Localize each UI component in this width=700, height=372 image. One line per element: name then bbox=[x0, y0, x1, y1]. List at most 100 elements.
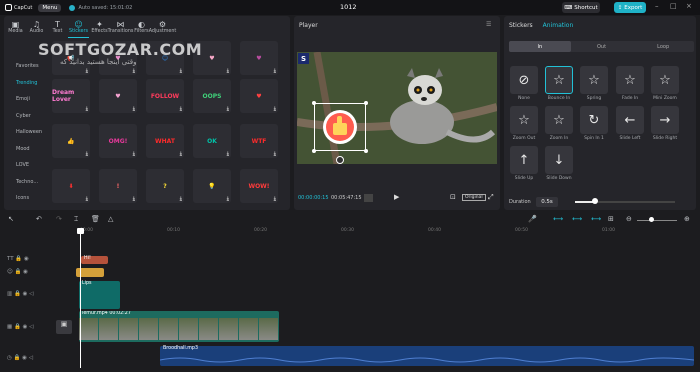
microphone-icon[interactable]: 🎤 bbox=[528, 215, 537, 223]
download-icon[interactable]: ⤓ bbox=[227, 106, 229, 112]
animation-option[interactable]: ☆ bbox=[545, 106, 573, 134]
auto-snap-icon[interactable]: ⟷ bbox=[572, 215, 582, 223]
category-icons[interactable]: Icons bbox=[8, 190, 48, 207]
zoom-slider[interactable] bbox=[637, 220, 677, 221]
download-icon[interactable]: ⤓ bbox=[86, 68, 88, 74]
lock-icon[interactable]: 🔒 bbox=[14, 324, 21, 330]
tab-adjustment[interactable]: ⚙ Adjustment bbox=[149, 16, 177, 38]
tab-animation[interactable]: Animation bbox=[543, 22, 574, 29]
lock-icon[interactable]: 🔒 bbox=[15, 256, 22, 262]
export-button[interactable]: ⇪ Export bbox=[614, 2, 646, 13]
undo-icon[interactable]: ↶ bbox=[36, 215, 42, 223]
cover-button[interactable]: ▣ bbox=[56, 320, 72, 334]
sticker-item[interactable]: 👍 ⤓ bbox=[52, 124, 90, 158]
eye-icon[interactable]: ◉ bbox=[22, 355, 27, 361]
animation-option[interactable]: ☆ bbox=[580, 66, 608, 94]
zoom-in-icon[interactable]: ⊕ bbox=[684, 215, 690, 223]
audio-icon[interactable]: ◁ bbox=[29, 355, 33, 361]
audio-clip[interactable]: Broodhall.mp3 bbox=[160, 346, 694, 366]
menu-button[interactable]: Menu bbox=[38, 3, 62, 12]
download-icon[interactable]: ⤓ bbox=[274, 106, 276, 112]
sticker-item[interactable]: WTF ⤓ bbox=[240, 124, 278, 158]
animation-option[interactable]: ☆ bbox=[616, 66, 644, 94]
category-emoji[interactable]: Emoji bbox=[8, 91, 48, 108]
category-cyber[interactable]: Cyber bbox=[8, 108, 48, 125]
ratio-button[interactable]: Original bbox=[462, 194, 486, 201]
sticker-item[interactable]: ♥ ⤓ bbox=[99, 79, 137, 113]
player-menu-icon[interactable]: ☰ bbox=[486, 21, 491, 28]
download-icon[interactable]: ⤓ bbox=[180, 196, 182, 202]
preview-axis-icon[interactable]: ⊞ bbox=[608, 215, 614, 223]
category-favorites[interactable]: Favorites bbox=[8, 58, 48, 75]
category-trending[interactable]: Trending bbox=[8, 75, 48, 92]
selected-sticker[interactable] bbox=[312, 101, 368, 153]
play-icon[interactable]: ▶ bbox=[394, 193, 399, 201]
split-icon[interactable]: ⌶ bbox=[74, 215, 78, 224]
mark-icon[interactable]: △ bbox=[108, 215, 113, 223]
sticker-item[interactable]: FOLLOW ⤓ bbox=[146, 79, 184, 113]
segment-out[interactable]: Out bbox=[571, 41, 633, 52]
animation-option[interactable]: ⊘ bbox=[510, 66, 538, 94]
animation-option[interactable]: ☆ bbox=[510, 106, 538, 134]
maximize-icon[interactable]: □ bbox=[670, 2, 677, 10]
duration-slider-knob[interactable] bbox=[592, 198, 598, 204]
download-icon[interactable]: ⤓ bbox=[180, 68, 182, 74]
download-icon[interactable]: ⤓ bbox=[274, 68, 276, 74]
eye-icon[interactable]: ◉ bbox=[23, 324, 28, 330]
close-icon[interactable]: × bbox=[686, 2, 692, 10]
tab-stickers[interactable]: ☺ Stickers bbox=[68, 16, 89, 38]
category-love[interactable]: LOVE bbox=[8, 157, 48, 174]
redo-icon[interactable]: ↷ bbox=[56, 215, 62, 223]
animation-option[interactable]: ☆ bbox=[651, 66, 679, 94]
resize-handle[interactable] bbox=[364, 101, 368, 105]
download-icon[interactable]: ⤓ bbox=[133, 106, 135, 112]
sticker-item[interactable]: Dream Lover ⤓ bbox=[52, 79, 90, 113]
tab-audio[interactable]: ♫ Audio bbox=[26, 16, 47, 38]
resize-handle[interactable] bbox=[364, 149, 368, 153]
download-icon[interactable]: ⤓ bbox=[133, 196, 135, 202]
tab-text[interactable]: T Text bbox=[47, 16, 68, 38]
minimize-icon[interactable]: – bbox=[655, 2, 659, 10]
sticker-item[interactable]: ♥ ⤓ bbox=[240, 41, 278, 75]
tab-filters[interactable]: ◐ Filters bbox=[131, 16, 152, 38]
download-icon[interactable]: ⤓ bbox=[86, 106, 88, 112]
zoom-slider-knob[interactable] bbox=[649, 217, 654, 222]
fullscreen-icon[interactable]: ⤢ bbox=[488, 193, 494, 202]
effect-clip[interactable]: Lips bbox=[79, 281, 120, 309]
tab-stickers-props[interactable]: Stickers bbox=[509, 22, 533, 29]
download-icon[interactable]: ⤓ bbox=[274, 151, 276, 157]
eye-icon[interactable]: ◉ bbox=[24, 256, 29, 262]
duration-value[interactable]: 0.5s bbox=[536, 197, 558, 207]
download-icon[interactable]: ⤓ bbox=[227, 151, 229, 157]
sticker-item[interactable]: OMG! ⤓ bbox=[99, 124, 137, 158]
timeline-icon[interactable] bbox=[364, 194, 373, 202]
shortcut-button[interactable]: ⌨ Shortcut bbox=[562, 2, 600, 13]
download-icon[interactable]: ⤓ bbox=[86, 151, 88, 157]
audio-icon[interactable]: ◁ bbox=[29, 291, 33, 297]
animation-option[interactable]: ↻ bbox=[580, 106, 608, 134]
video-clip[interactable]: lemur.mp4 00:02:27 bbox=[79, 311, 279, 342]
eye-icon[interactable]: ◉ bbox=[23, 291, 28, 297]
linkage-icon[interactable]: ⟷ bbox=[591, 215, 601, 223]
tab-media[interactable]: ▣ Media bbox=[5, 16, 26, 38]
sticker-item[interactable]: 💡 ⤓ bbox=[193, 169, 231, 203]
category-techno[interactable]: Techno... bbox=[8, 174, 48, 191]
audio-icon[interactable]: ◁ bbox=[29, 324, 33, 330]
animation-option[interactable]: ↑ bbox=[510, 146, 538, 174]
lock-icon[interactable]: 🔒 bbox=[14, 269, 21, 275]
main-track-magnet-icon[interactable]: ⟷ bbox=[553, 215, 563, 223]
sticker-item[interactable]: ? ⤓ bbox=[146, 169, 184, 203]
resize-handle[interactable] bbox=[312, 149, 316, 153]
sticker-item[interactable]: WHAT ⤓ bbox=[146, 124, 184, 158]
tab-effects[interactable]: ✦ Effects bbox=[89, 16, 110, 38]
download-icon[interactable]: ⤓ bbox=[180, 151, 182, 157]
download-icon[interactable]: ⤓ bbox=[227, 68, 229, 74]
fit-screen-icon[interactable]: ⊡ bbox=[450, 193, 456, 201]
download-icon[interactable]: ⤓ bbox=[133, 68, 135, 74]
rotate-icon[interactable] bbox=[336, 156, 344, 164]
segment-in[interactable]: In bbox=[509, 41, 571, 52]
resize-handle[interactable] bbox=[312, 101, 316, 105]
sticker-item[interactable]: WOW! ⤓ bbox=[240, 169, 278, 203]
select-tool-icon[interactable]: ↖ bbox=[8, 215, 14, 223]
zoom-out-icon[interactable]: ⊖ bbox=[626, 215, 632, 223]
